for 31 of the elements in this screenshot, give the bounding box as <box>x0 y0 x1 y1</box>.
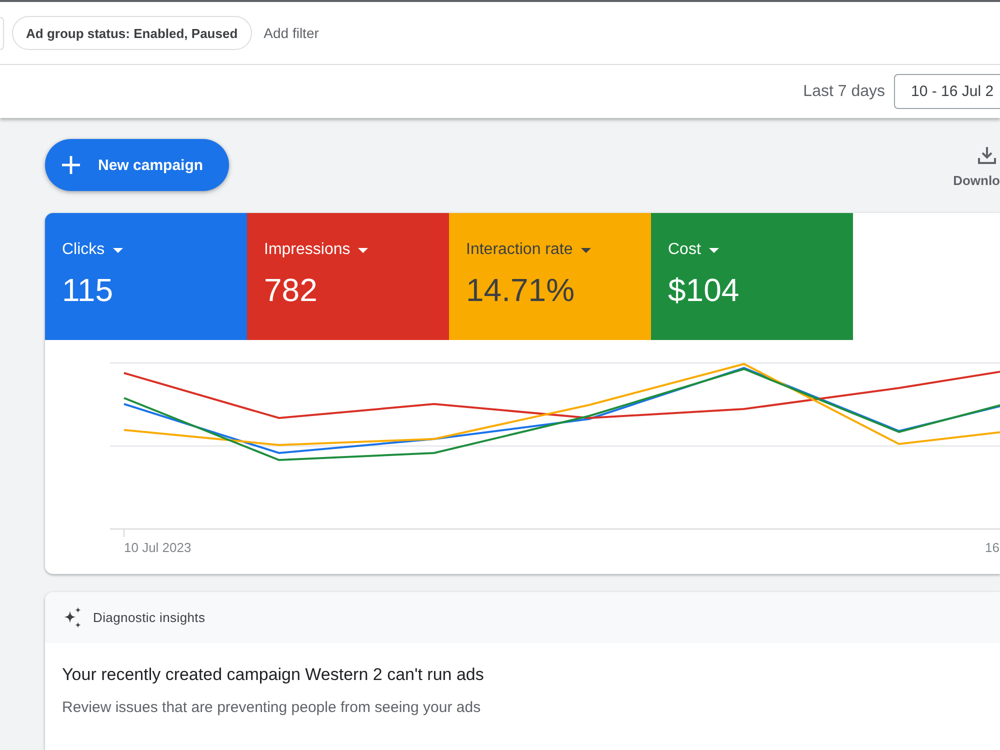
insight-title: Your recently created campaign Western 2 can't run ads <box>62 665 485 685</box>
insight-description: Review issues that are preventing people from seeing your ads <box>62 699 482 716</box>
add-filter-button[interactable]: Add filter <box>258 19 325 47</box>
caret-icon <box>358 248 368 252</box>
metric-tile[interactable]: Impressions 782 <box>247 213 449 340</box>
new-campaign-button[interactable]: New campaign <box>45 139 230 191</box>
metric-value: 14.71% <box>466 271 576 309</box>
download-icon <box>978 146 996 164</box>
caret-icon <box>580 248 591 252</box>
metric-tile[interactable]: Cost $104 <box>651 213 853 340</box>
sparkle-icon <box>62 607 83 628</box>
caret-icon <box>708 248 719 252</box>
metric-tile[interactable]: Clicks 115 <box>45 213 247 340</box>
metric-tile[interactable]: Interaction rate 14.71% <box>449 213 651 340</box>
date-axis-label: 10 Jul 2023 <box>124 540 192 555</box>
plus-icon <box>62 156 80 174</box>
caret-icon <box>112 248 123 252</box>
metric-label: Cost <box>668 241 701 259</box>
date-preset-label: Last 7 days <box>803 82 885 100</box>
date-axis-label: 16 <box>985 540 1000 555</box>
filter-chip[interactable] <box>0 16 4 50</box>
metric-value: 782 <box>264 271 318 309</box>
download-button[interactable]: Downlo <box>953 139 1000 188</box>
metric-value: 115 <box>62 271 114 309</box>
metric-label: Interaction rate <box>466 241 573 259</box>
metric-value: $104 <box>668 271 740 309</box>
metric-label: Clicks <box>62 241 105 259</box>
filter-chip[interactable]: Ad group status: Enabled, Paused <box>12 16 252 50</box>
metric-label: Impressions <box>264 241 350 259</box>
insights-heading: Diagnostic insights <box>93 610 206 625</box>
date-range-button[interactable]: 10 - 16 Jul 2 <box>894 74 1000 109</box>
